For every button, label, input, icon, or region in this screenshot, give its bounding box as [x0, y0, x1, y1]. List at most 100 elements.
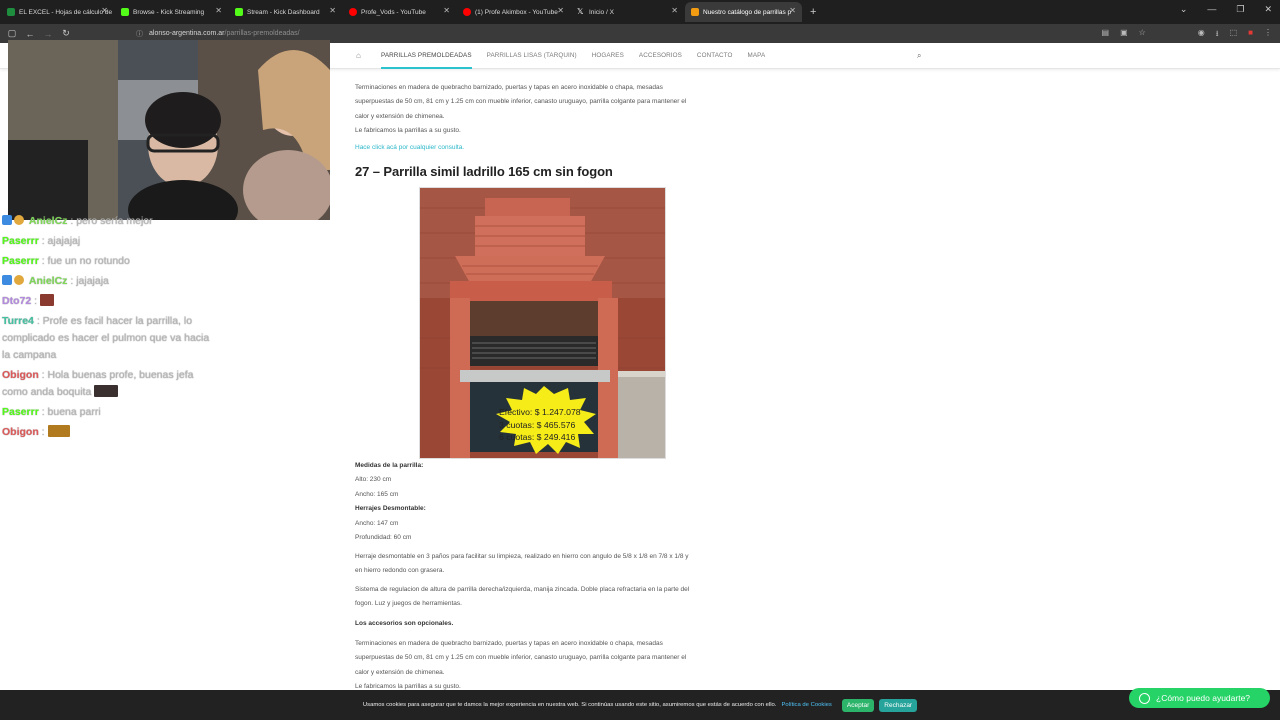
- menu-item-accesorios[interactable]: ACCESORIOS: [639, 43, 682, 69]
- cookie-policy-link[interactable]: Política de Cookies: [781, 702, 831, 708]
- tab-title: EL EXCEL - Hojas de cálculo de: [19, 8, 113, 16]
- home-icon[interactable]: ⌂: [356, 51, 361, 60]
- site-info-icon[interactable]: ⓘ: [136, 29, 145, 39]
- kick-icon: [121, 8, 129, 16]
- extensions-icon[interactable]: ⬚: [1230, 28, 1238, 42]
- menu-item-hogares[interactable]: HOGARES: [592, 43, 624, 69]
- webcam-overlay: [8, 40, 330, 220]
- browser-tab[interactable]: Browse - Kick Streaming ✕: [115, 2, 228, 22]
- chat-message: Dto72 :: [2, 292, 54, 310]
- main-menu: PARRILLAS PREMOLDEADAS PARRILLAS LISAS (…: [381, 43, 780, 69]
- browser-tab-active[interactable]: Nuestro catálogo de parrillas p ✕: [685, 2, 802, 22]
- reject-cookies-button[interactable]: Rechazar: [879, 698, 918, 712]
- text-line: Sistema de regulacion de altura de parri…: [355, 586, 690, 593]
- close-icon[interactable]: ✕: [789, 6, 796, 15]
- reload-icon[interactable]: ↻: [57, 28, 75, 39]
- accept-cookies-button[interactable]: Aceptar: [841, 698, 875, 712]
- menu-item-parrillas-lisas[interactable]: PARRILLAS LISAS (TARQUIN): [487, 43, 577, 69]
- menu-item-contacto[interactable]: CONTACTO: [697, 43, 733, 69]
- extension-icon[interactable]: ■: [1248, 28, 1253, 42]
- url-host: alonso-argentina.com.ar: [149, 30, 225, 37]
- chat-text: :: [34, 295, 38, 307]
- browser-tab[interactable]: EL EXCEL - Hojas de cálculo de ✕: [1, 2, 114, 22]
- chat-message: Obigon :: [2, 423, 70, 441]
- herrajes-ancho: Ancho: 147 cm: [355, 519, 399, 527]
- subscriber-badge-icon: [2, 215, 12, 225]
- address-bar[interactable]: ⓘ alonso-argentina.com.ar /parrillas-pre…: [136, 27, 1146, 40]
- alto-value: Alto: 230 cm: [355, 476, 392, 484]
- menu-item-mapa[interactable]: MAPA: [747, 43, 765, 69]
- tab-title: Inicio / X: [589, 8, 614, 16]
- tab-title: (1) Profe Akimbox - YouTube: [475, 8, 558, 16]
- price-label: Efectivo: $ 1.247.078 3 cuotas: $ 465.57…: [499, 406, 599, 444]
- chat-username: Paserrr: [2, 235, 39, 247]
- herraje-description: Herraje desmontable en 3 paños para faci…: [355, 550, 725, 579]
- close-icon[interactable]: ✕: [329, 6, 336, 15]
- kick-icon: [235, 8, 243, 16]
- accesorios-heading: Los accesorios son opcionales.: [355, 617, 725, 631]
- text-line: calor y extensión de chimenea.: [355, 112, 445, 120]
- chat-username: Paserrr: [2, 406, 39, 418]
- chat-username: Obigon: [2, 369, 39, 381]
- text-line: en hierro redondo con grasera.: [355, 567, 445, 575]
- tab-search-icon[interactable]: ⌄: [1180, 4, 1188, 15]
- chat-message-continuation: como anda boquita: [2, 383, 119, 401]
- minimize-icon[interactable]: —: [1207, 4, 1216, 15]
- bookmark-star-icon[interactable]: ☆: [1139, 28, 1146, 42]
- close-window-icon[interactable]: ✕: [1264, 4, 1272, 15]
- whatsapp-label: ¿Cómo puedo ayudarte?: [1156, 693, 1251, 703]
- chat-message: AnielCz : pero sería mejor: [2, 212, 153, 230]
- paragraph-terminaciones: Terminaciones en madera de quebracho bar…: [355, 81, 725, 139]
- chat-message-continuation: la campana: [2, 346, 56, 364]
- text-line: Le fabricamos la parrillas a su gusto.: [355, 127, 461, 135]
- search-icon[interactable]: ⌕: [917, 51, 921, 61]
- url-path: /parrillas-premoldeadas/: [224, 30, 300, 37]
- close-icon[interactable]: ✕: [557, 6, 564, 15]
- x-logo-icon: 𝕏: [577, 7, 584, 16]
- herrajes-label: Herrajes Desmontable:: [355, 505, 426, 513]
- screenshot-icon[interactable]: ▣: [1120, 28, 1128, 42]
- gift-badge-icon: [14, 215, 24, 225]
- herrajes-profundidad: Profundidad: 60 cm: [355, 534, 412, 542]
- download-icon[interactable]: ⭳: [1216, 28, 1219, 42]
- contact-link[interactable]: Hace click acá por cualquier consulta.: [355, 141, 725, 155]
- text-line: Terminaciones en madera de quebracho bar…: [355, 84, 663, 91]
- sistema-description: Sistema de regulacion de altura de parri…: [355, 583, 725, 612]
- chat-text: la campana: [2, 349, 57, 361]
- reader-icon[interactable]: ▤: [1102, 28, 1110, 42]
- browser-tab[interactable]: Profe_Vods - YouTube ✕: [343, 2, 456, 22]
- profile-icon[interactable]: ◉: [1198, 28, 1205, 42]
- restore-icon[interactable]: ❐: [1236, 4, 1244, 15]
- close-icon[interactable]: ✕: [101, 6, 108, 15]
- price-cash: Efectivo: $ 1.247.078: [499, 407, 581, 417]
- chat-text: : pero sería mejor: [70, 215, 153, 227]
- chat-message: Paserrr : buena parri: [2, 403, 101, 421]
- browser-tab[interactable]: (1) Profe Akimbox - YouTube ✕: [457, 2, 570, 22]
- chat-text: : buena parri: [41, 406, 101, 418]
- menu-item-parrillas-premoldeadas[interactable]: PARRILLAS PREMOLDEADAS: [381, 43, 472, 69]
- medidas-block: Medidas de la parrilla: Alto: 230 cm Anc…: [355, 459, 725, 545]
- whatsapp-icon: [1139, 692, 1150, 704]
- browser-tab[interactable]: Stream - Kick Dashboard ✕: [229, 2, 342, 22]
- medidas-label: Medidas de la parrilla:: [355, 462, 424, 469]
- forward-icon[interactable]: →: [39, 29, 57, 39]
- close-icon[interactable]: ✕: [671, 6, 678, 15]
- chat-text: :: [41, 426, 45, 438]
- close-icon[interactable]: ✕: [215, 6, 222, 15]
- back-icon[interactable]: ←: [21, 29, 39, 39]
- text-line: superpuestas de 50 cm, 81 cm y 1.25 cm c…: [355, 654, 687, 662]
- chat-message: Obigon : Hola buenas profe, buenas jefa: [2, 366, 193, 384]
- sidebar-icon[interactable]: ▢: [3, 28, 21, 39]
- youtube-icon: [349, 8, 357, 16]
- close-icon[interactable]: ✕: [443, 6, 450, 15]
- whatsapp-chat-button[interactable]: ¿Cómo puedo ayudarte?: [1129, 688, 1270, 708]
- new-tab-button[interactable]: +: [810, 6, 816, 18]
- price-6-cuotas: 6 cuotas: $ 249.416: [499, 432, 576, 442]
- chat-username: AnielCz: [28, 275, 68, 287]
- menu-icon[interactable]: ⋮: [1264, 28, 1272, 42]
- emote-icon: [47, 425, 70, 437]
- browser-tab[interactable]: 𝕏 Inicio / X ✕: [571, 2, 684, 22]
- chat-text: como anda boquita: [2, 386, 92, 398]
- paragraph-terminaciones-2: Terminaciones en madera de quebracho bar…: [355, 637, 725, 695]
- chat-username: AnielCz: [28, 215, 68, 227]
